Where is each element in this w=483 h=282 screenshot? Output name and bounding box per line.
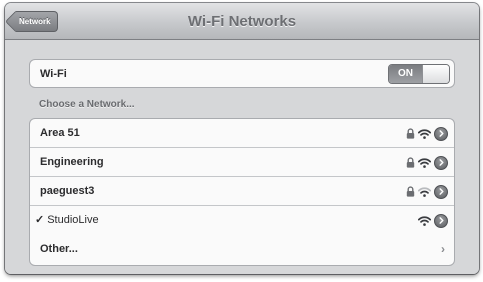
network-name: Area 51 — [40, 119, 80, 148]
network-row[interactable]: paeguest3 — [30, 177, 454, 206]
page-title: Wi-Fi Networks — [187, 13, 297, 30]
network-status-icons — [406, 148, 448, 177]
wifi-toggle-group: Wi-Fi ON — [29, 59, 455, 88]
wifi-signal-icon — [417, 215, 432, 226]
wifi-label: Wi-Fi — [40, 68, 67, 80]
wifi-signal-icon — [417, 128, 432, 139]
wifi-toggle-switch[interactable]: ON — [388, 64, 450, 84]
screen: Wi-Fi Networks Network Wi-Fi ON Choose a… — [0, 0, 483, 282]
wifi-networks-panel: Wi-Fi Networks Network Wi-Fi ON Choose a… — [5, 3, 479, 274]
network-row-other[interactable]: Other... › — [30, 235, 454, 264]
other-label: Other... — [40, 243, 78, 255]
detail-disclosure-icon[interactable] — [434, 155, 448, 170]
network-list: Area 51 Engineering paeguest3 ✓ StudioLive O… — [29, 118, 455, 266]
wifi-signal-icon — [417, 157, 432, 168]
network-status-icons — [417, 206, 448, 235]
wifi-row: Wi-Fi ON — [30, 60, 454, 87]
network-name: paeguest3 — [40, 177, 94, 206]
lock-icon — [406, 186, 415, 197]
network-name: Engineering — [40, 148, 104, 177]
section-header-choose-network: Choose a Network... — [39, 99, 135, 110]
network-name-text: Area 51 — [40, 127, 80, 139]
wifi-signal-icon — [417, 186, 432, 197]
lock-icon — [406, 157, 415, 168]
detail-disclosure-icon[interactable] — [434, 184, 448, 199]
chevron-right-icon: › — [441, 242, 445, 256]
detail-disclosure-icon[interactable] — [434, 126, 448, 141]
detail-disclosure-icon[interactable] — [434, 213, 448, 228]
back-button[interactable]: Network — [16, 11, 58, 32]
back-button-label: Network — [19, 17, 51, 26]
network-name-text: Engineering — [40, 156, 104, 168]
network-name-text: StudioLive — [47, 214, 99, 226]
network-name-text: paeguest3 — [40, 185, 95, 197]
network-name: ✓ StudioLive — [35, 206, 99, 235]
network-row[interactable]: Area 51 — [30, 119, 454, 148]
network-status-icons — [406, 119, 448, 148]
lock-icon — [406, 128, 415, 139]
navigation-bar: Wi-Fi Networks Network — [5, 3, 479, 40]
network-row[interactable]: ✓ StudioLive — [30, 206, 454, 235]
network-row[interactable]: Engineering — [30, 148, 454, 177]
checkmark-icon: ✓ — [35, 214, 45, 226]
network-status-icons — [406, 177, 448, 206]
toggle-on-label: ON — [389, 65, 422, 83]
toggle-knob[interactable] — [422, 65, 449, 83]
settings-content: Wi-Fi ON Choose a Network... Area 51 Engi… — [5, 41, 479, 274]
